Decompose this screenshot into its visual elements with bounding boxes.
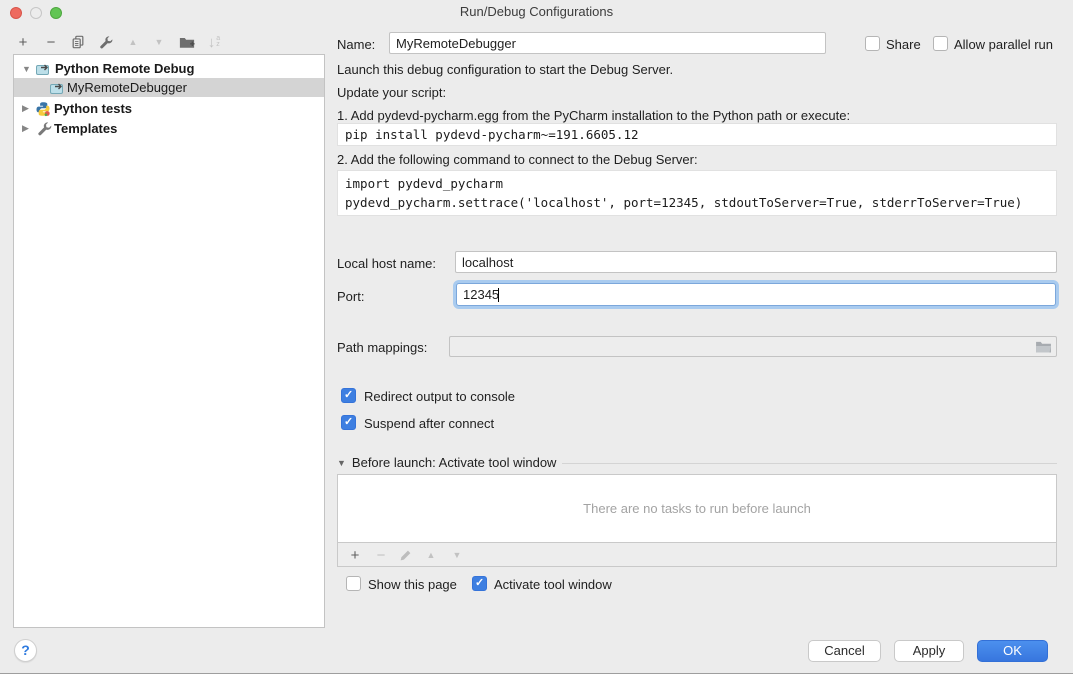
configurations-tree: ▼ Python Remote Debug MyRemoteDebugger ▶… [13,54,325,628]
local-host-label: Local host name: [337,256,436,271]
remove-task-icon: − [372,546,390,564]
copy-configuration-icon[interactable] [69,33,87,51]
python-tests-icon [35,101,51,117]
activate-tool-window-label: Activate tool window [494,577,612,592]
share-checkbox[interactable] [865,36,880,51]
allow-parallel-run-label: Allow parallel run [954,37,1053,52]
before-launch-title: Before launch: Activate tool window [352,455,557,470]
share-label: Share [886,37,921,52]
intro-text: Launch this debug configuration to start… [337,62,673,77]
create-folder-icon[interactable] [178,33,196,51]
path-mappings-input[interactable] [449,336,1057,357]
text-caret [498,288,499,302]
remote-debug-icon [49,80,65,96]
task-move-down-icon: ▼ [448,546,466,564]
path-mappings-label: Path mappings: [337,340,427,355]
redirect-output-label: Redirect output to console [364,389,515,404]
apply-button[interactable]: Apply [894,640,964,662]
update-script-text: Update your script: [337,85,446,100]
tree-item-python-tests[interactable]: ▶ Python tests [14,99,324,118]
edit-templates-icon[interactable] [97,33,115,51]
pip-command-text: pip install pydevd-pycharm~=191.6605.12 [338,124,1056,146]
redirect-output-checkbox[interactable] [341,388,356,403]
chevron-right-icon[interactable]: ▶ [22,123,29,134]
title-bar: Run/Debug Configurations [0,0,1073,22]
port-label: Port: [337,289,364,304]
chevron-down-icon[interactable]: ▼ [22,64,31,74]
show-this-page-label: Show this page [368,577,457,592]
copy-icon [71,35,85,49]
allow-parallel-run-checkbox[interactable] [933,36,948,51]
wrench-icon [37,121,53,137]
sort-arrow: ↓ [208,34,216,51]
step1-text: 1. Add pydevd-pycharm.egg from the PyCha… [337,108,850,123]
suspend-after-connect-label: Suspend after connect [364,416,494,431]
name-input[interactable] [389,32,826,54]
show-this-page-checkbox[interactable] [346,576,361,591]
run-debug-configurations-dialog: Run/Debug Configurations + − ▲ ▼ ↓ az ▼ … [0,0,1073,674]
ok-button[interactable]: OK [977,640,1048,662]
chevron-right-icon[interactable]: ▶ [22,103,29,114]
add-task-icon[interactable]: + [346,546,364,564]
move-up-icon: ▲ [124,33,142,51]
cancel-button[interactable]: Cancel [808,640,881,662]
remove-configuration-icon[interactable]: − [42,33,60,51]
edit-task-icon [396,546,414,564]
move-down-icon: ▼ [150,33,168,51]
suspend-after-connect-checkbox[interactable] [341,415,356,430]
folder-plus-icon [179,35,195,49]
window-title: Run/Debug Configurations [0,4,1073,19]
tree-item-label: Templates [54,121,117,136]
port-input[interactable] [456,283,1056,306]
chevron-down-icon[interactable]: ▼ [337,458,346,468]
pip-command-box[interactable]: pip install pydevd-pycharm~=191.6605.12 [337,123,1057,146]
separator-line [562,463,1057,464]
activate-tool-window-checkbox[interactable] [472,576,487,591]
no-tasks-text: There are no tasks to run before launch [583,501,811,516]
before-launch-task-list[interactable]: There are no tasks to run before launch [337,474,1057,543]
code-line-2: pydevd_pycharm.settrace('localhost', por… [338,193,1056,212]
tree-item-label: Python Remote Debug [55,61,194,76]
tree-item-myremotedebugger[interactable]: MyRemoteDebugger [14,78,324,97]
local-host-input[interactable] [455,251,1057,273]
task-move-up-icon: ▲ [422,546,440,564]
help-button[interactable]: ? [14,639,37,662]
tree-item-python-remote-debug[interactable]: ▼ Python Remote Debug [14,59,324,78]
step2-text: 2. Add the following command to connect … [337,152,698,167]
add-configuration-icon[interactable]: + [14,33,32,51]
browse-folder-icon[interactable] [1035,340,1052,353]
sort-alphabetically-icon: ↓ az [205,33,223,51]
name-label: Name: [337,37,375,52]
settrace-code-box[interactable]: import pydevd_pycharm pydevd_pycharm.set… [337,170,1057,216]
wrench-icon [99,35,114,50]
remote-debug-icon [35,61,51,77]
tree-item-label: Python tests [54,101,132,116]
tree-item-label: MyRemoteDebugger [67,80,187,95]
code-line-1: import pydevd_pycharm [338,174,1056,193]
before-launch-toolbar: + − ▲ ▼ [337,543,1057,567]
before-launch-header[interactable]: ▼ Before launch: Activate tool window [337,455,1057,470]
tree-item-templates[interactable]: ▶ Templates [14,119,324,138]
pencil-icon [399,549,412,562]
